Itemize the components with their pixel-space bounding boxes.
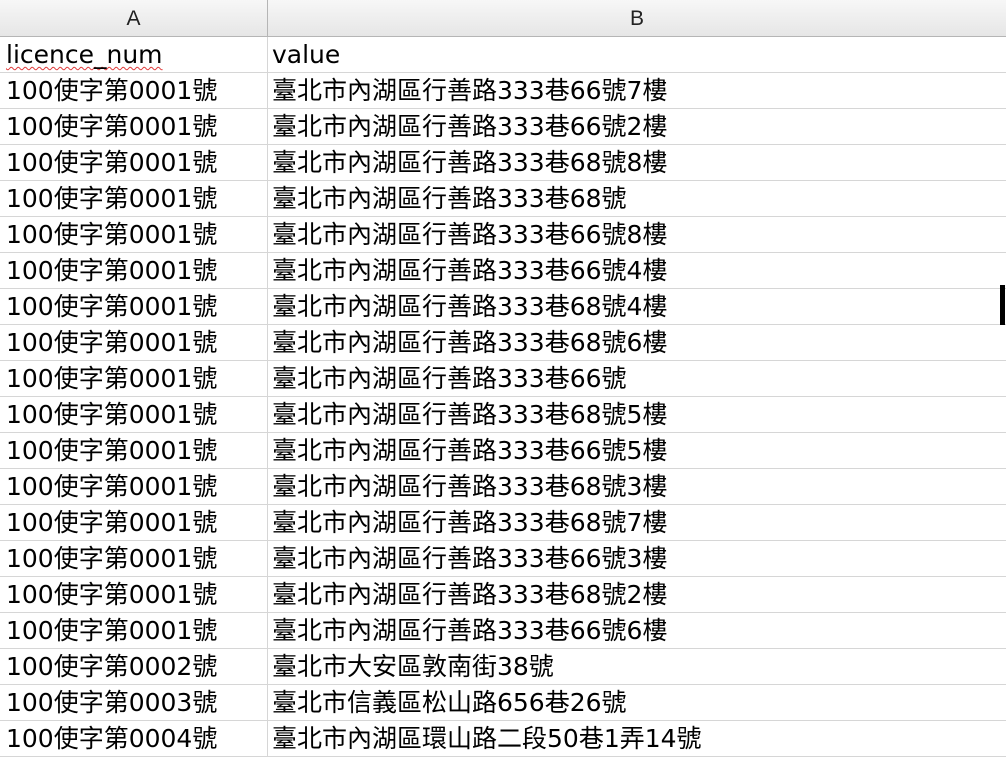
cell-licence-num[interactable]: 100使字第0001號 (0, 577, 268, 613)
cell-value[interactable]: 臺北市內湖區行善路333巷66號6樓 (268, 613, 1006, 649)
table-row: 100使字第0001號 臺北市內湖區行善路333巷66號6樓 (0, 613, 1006, 649)
cell-a1[interactable]: licence_num (0, 37, 268, 73)
cell-value[interactable]: 臺北市內湖區環山路二段50巷1弄14號 (268, 721, 1006, 757)
table-row: 100使字第0001號 臺北市內湖區行善路333巷68號6樓 (0, 325, 1006, 361)
table-row: 100使字第0001號 臺北市內湖區行善路333巷68號2樓 (0, 577, 1006, 613)
cell-value[interactable]: 臺北市內湖區行善路333巷68號3樓 (268, 469, 1006, 505)
cell-licence-num[interactable]: 100使字第0001號 (0, 289, 268, 325)
cell-value[interactable]: 臺北市大安區敦南街38號 (268, 649, 1006, 685)
cell-licence-num[interactable]: 100使字第0003號 (0, 685, 268, 721)
column-header-row: A B (0, 0, 1006, 37)
cell-licence-num[interactable]: 100使字第0001號 (0, 397, 268, 433)
table-row: 100使字第0001號 臺北市內湖區行善路333巷66號4樓 (0, 253, 1006, 289)
table-row: 100使字第0001號 臺北市內湖區行善路333巷68號4樓 (0, 289, 1006, 325)
cell-licence-num[interactable]: 100使字第0001號 (0, 433, 268, 469)
cell-value[interactable]: 臺北市內湖區行善路333巷68號 (268, 181, 1006, 217)
cell-licence-num[interactable]: 100使字第0002號 (0, 649, 268, 685)
cell-value[interactable]: 臺北市內湖區行善路333巷66號 (268, 361, 1006, 397)
column-header-b[interactable]: B (268, 0, 1006, 37)
table-row: 100使字第0001號 臺北市內湖區行善路333巷68號 (0, 181, 1006, 217)
cell-value[interactable]: 臺北市內湖區行善路333巷66號4樓 (268, 253, 1006, 289)
column-header-a[interactable]: A (0, 0, 268, 37)
spreadsheet-grid: A B licence_num value 100使字第0001號 臺北市內湖區行… (0, 0, 1006, 760)
cell-value[interactable]: 臺北市內湖區行善路333巷68號8樓 (268, 145, 1006, 181)
cell-licence-num[interactable]: 100使字第0001號 (0, 361, 268, 397)
cell-value[interactable]: 臺北市內湖區行善路333巷66號7樓 (268, 73, 1006, 109)
scroll-indicator (1000, 285, 1005, 325)
cell-licence-num[interactable]: 100使字第0004號 (0, 721, 268, 757)
table-row: 100使字第0002號 臺北市大安區敦南街38號 (0, 649, 1006, 685)
cell-licence-num[interactable]: 100使字第0001號 (0, 217, 268, 253)
table-row: 100使字第0004號 臺北市內湖區環山路二段50巷1弄14號 (0, 721, 1006, 757)
table-row: 100使字第0001號 臺北市內湖區行善路333巷68號8樓 (0, 145, 1006, 181)
cell-value[interactable]: 臺北市內湖區行善路333巷68號7樓 (268, 505, 1006, 541)
cell-licence-num[interactable]: 100使字第0001號 (0, 505, 268, 541)
cell-licence-num[interactable]: 100使字第0001號 (0, 109, 268, 145)
table-row: 100使字第0003號 臺北市信義區松山路656巷26號 (0, 685, 1006, 721)
sheet-rows: licence_num value 100使字第0001號 臺北市內湖區行善路33… (0, 37, 1006, 757)
cell-value[interactable]: 臺北市內湖區行善路333巷68號5樓 (268, 397, 1006, 433)
cell-licence-num[interactable]: 100使字第0001號 (0, 253, 268, 289)
cell-value[interactable]: 臺北市內湖區行善路333巷68號6樓 (268, 325, 1006, 361)
cell-licence-num[interactable]: 100使字第0001號 (0, 469, 268, 505)
table-row: 100使字第0001號 臺北市內湖區行善路333巷66號5樓 (0, 433, 1006, 469)
cell-licence-num[interactable]: 100使字第0001號 (0, 181, 268, 217)
cell-b1[interactable]: value (268, 37, 1006, 73)
table-row: 100使字第0001號 臺北市內湖區行善路333巷68號3樓 (0, 469, 1006, 505)
cell-value[interactable]: 臺北市信義區松山路656巷26號 (268, 685, 1006, 721)
cell-value[interactable]: 臺北市內湖區行善路333巷66號2樓 (268, 109, 1006, 145)
table-row: 100使字第0001號 臺北市內湖區行善路333巷66號 (0, 361, 1006, 397)
cell-licence-num[interactable]: 100使字第0001號 (0, 541, 268, 577)
cell-value[interactable]: 臺北市內湖區行善路333巷68號4樓 (268, 289, 1006, 325)
cell-value[interactable]: 臺北市內湖區行善路333巷66號3樓 (268, 541, 1006, 577)
header-data-row: licence_num value (0, 37, 1006, 73)
table-row: 100使字第0001號 臺北市內湖區行善路333巷66號8樓 (0, 217, 1006, 253)
cell-value[interactable]: 臺北市內湖區行善路333巷68號2樓 (268, 577, 1006, 613)
cell-licence-num[interactable]: 100使字第0001號 (0, 145, 268, 181)
table-row: 100使字第0001號 臺北市內湖區行善路333巷66號2樓 (0, 109, 1006, 145)
cell-value[interactable]: 臺北市內湖區行善路333巷66號5樓 (268, 433, 1006, 469)
cell-licence-num[interactable]: 100使字第0001號 (0, 73, 268, 109)
table-row: 100使字第0001號 臺北市內湖區行善路333巷68號7樓 (0, 505, 1006, 541)
table-row: 100使字第0001號 臺北市內湖區行善路333巷66號3樓 (0, 541, 1006, 577)
cell-value[interactable]: 臺北市內湖區行善路333巷66號8樓 (268, 217, 1006, 253)
cell-licence-num[interactable]: 100使字第0001號 (0, 613, 268, 649)
table-row: 100使字第0001號 臺北市內湖區行善路333巷66號7樓 (0, 73, 1006, 109)
table-row: 100使字第0001號 臺北市內湖區行善路333巷68號5樓 (0, 397, 1006, 433)
cell-licence-num[interactable]: 100使字第0001號 (0, 325, 268, 361)
cell-a1-text: licence_num (6, 40, 163, 69)
